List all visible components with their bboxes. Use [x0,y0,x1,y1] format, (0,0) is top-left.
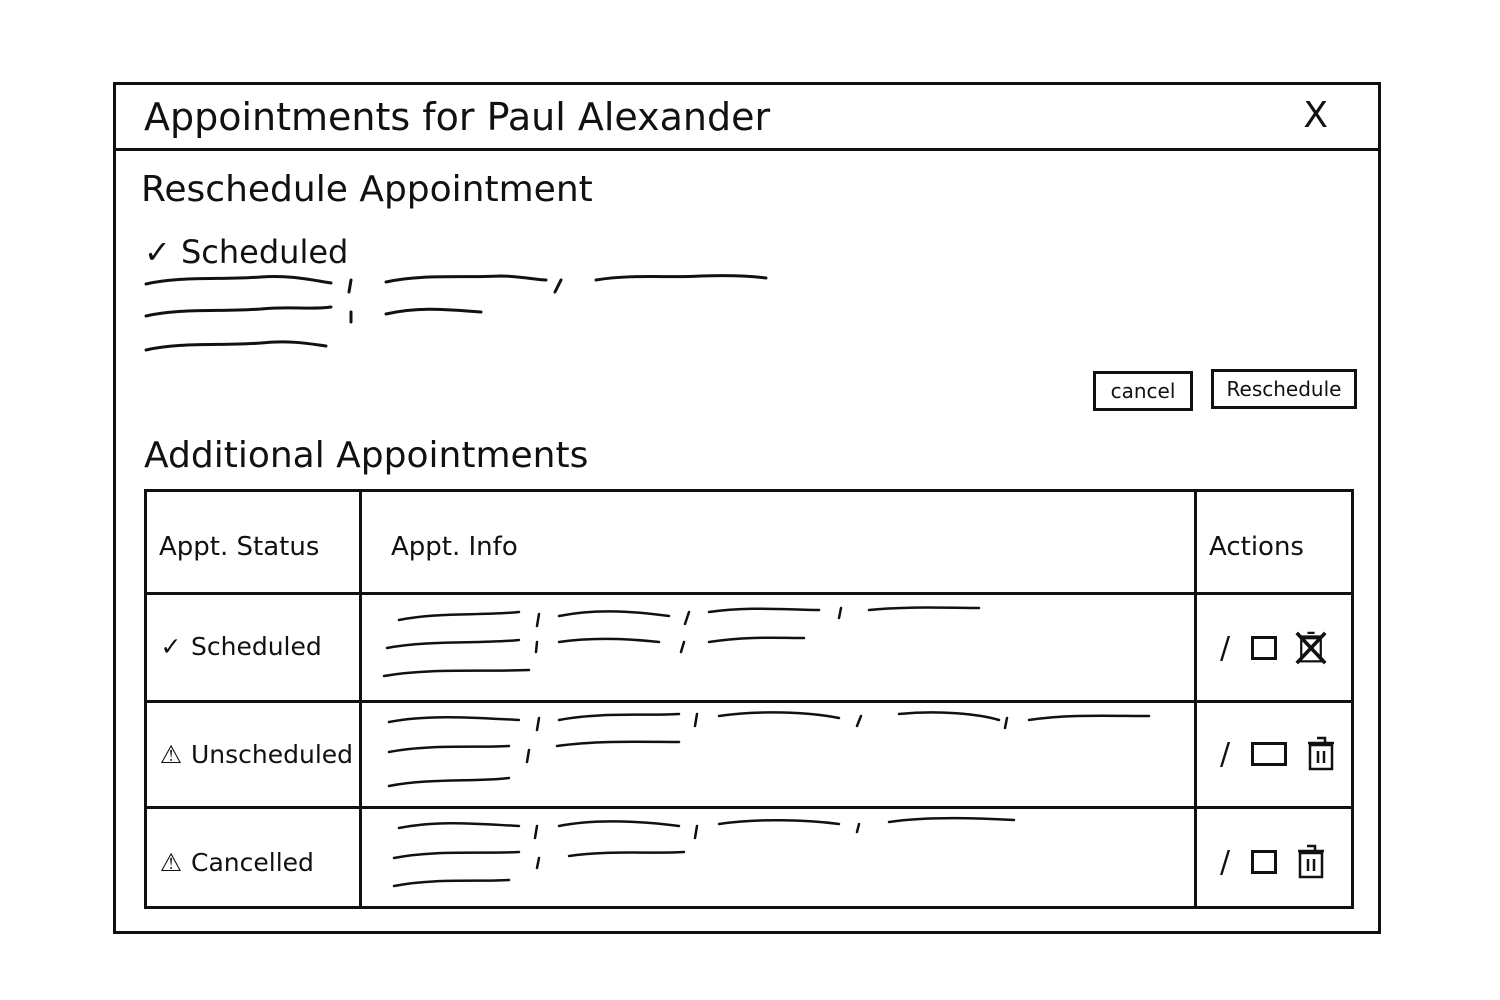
reschedule-info-placeholder [144,274,768,352]
select-checkbox[interactable] [1251,636,1277,660]
edit-icon[interactable]: / [1217,737,1233,772]
column-header-info: Appt. Info [391,532,518,562]
reschedule-status: ✓ Scheduled [144,233,348,271]
appointment-info-placeholder [382,606,981,678]
trash-icon [1308,736,1334,771]
column-header-status: Appt. Status [159,532,320,562]
reschedule-button[interactable]: Reschedule [1211,369,1357,409]
close-icon[interactable]: X [1303,95,1328,136]
row-divider [147,700,1351,703]
trash-icon[interactable] [1305,736,1337,772]
edit-icon[interactable]: / [1217,845,1233,880]
select-checkbox[interactable] [1251,850,1277,874]
checkmark-icon: ✓ [160,632,182,661]
checkmark-icon: ✓ [144,233,171,271]
trash-icon [1295,631,1327,665]
dialog-titlebar: Appointments for Paul Alexander X [116,85,1378,151]
additional-heading: Additional Appointments [144,435,589,476]
dialog-title: Appointments for Paul Alexander [144,95,771,139]
appointments-dialog: Appointments for Paul Alexander X Resche… [113,82,1381,934]
appointment-info-placeholder [392,816,1016,888]
row-actions: / [1217,844,1327,880]
table-row-status: ✓ Scheduled [157,632,322,661]
column-header-actions: Actions [1209,532,1304,562]
warning-icon: ⚠ [159,848,183,877]
column-divider [359,492,362,906]
reschedule-status-label: Scheduled [180,233,349,271]
status-label: Cancelled [191,848,314,877]
status-label: Unscheduled [191,740,354,769]
trash-icon [1298,844,1324,879]
row-divider [147,592,1351,595]
status-label: Scheduled [191,632,322,661]
warning-icon: ⚠ [159,740,183,769]
trash-icon[interactable] [1295,630,1327,666]
table-row-status: ⚠ Unscheduled [157,740,353,769]
row-divider [147,806,1351,809]
row-actions: / [1217,736,1337,772]
appointment-info-placeholder [387,711,1151,788]
cancel-button[interactable]: cancel [1093,371,1193,411]
select-checkbox[interactable] [1251,742,1287,766]
appointments-table: Appt. Status Appt. Info Actions ✓ Schedul… [144,489,1354,909]
table-row-status: ⚠ Cancelled [157,848,314,877]
row-actions: / [1217,630,1327,666]
reschedule-heading: Reschedule Appointment [141,169,593,210]
trash-icon[interactable] [1295,844,1327,880]
column-divider [1194,492,1197,906]
edit-icon[interactable]: / [1217,631,1233,666]
